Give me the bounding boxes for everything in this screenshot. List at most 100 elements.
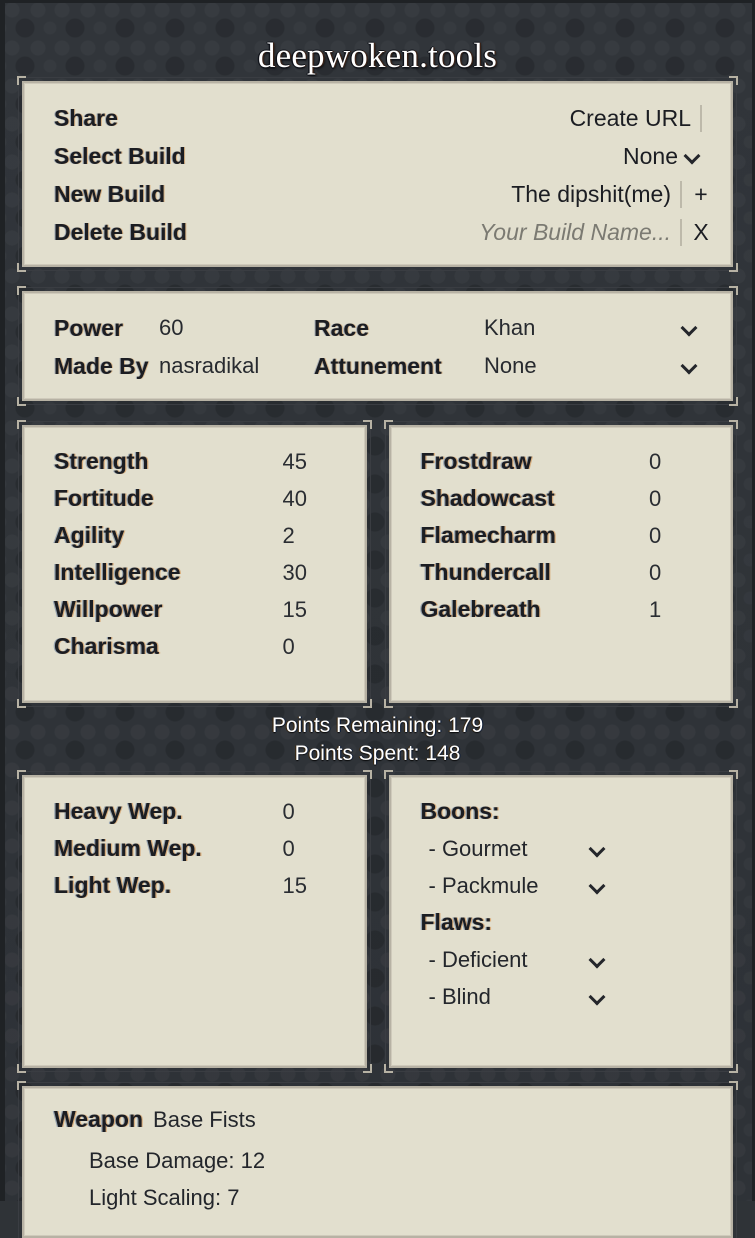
stat-row[interactable]: Thundercall 0: [421, 554, 710, 591]
weapon-detail-panel: Weapon Base Fists Base Damage: 12 Light …: [17, 1081, 738, 1238]
stat-value: 1: [649, 596, 662, 622]
row-delete-build: Delete Build Your Build Name... X: [54, 213, 711, 251]
stat-row[interactable]: Intelligence 30: [54, 554, 343, 591]
stat-value: 15: [282, 596, 307, 622]
chevron-down-icon[interactable]: [681, 320, 697, 336]
stat-name: Agility: [54, 522, 125, 548]
race-value[interactable]: Khan: [484, 309, 634, 347]
stat-value: 45: [282, 448, 307, 474]
made-by-value[interactable]: nasradikal: [159, 347, 314, 385]
chevron-down-icon[interactable]: [589, 952, 605, 968]
stat-name: Heavy Wep.: [54, 798, 183, 825]
stat-row[interactable]: Strength 45: [54, 443, 343, 480]
stat-name: Willpower: [54, 596, 163, 622]
stat-name: Shadowcast: [420, 485, 555, 511]
boon-item[interactable]: - Gourmet: [421, 830, 710, 867]
page-title: deepwoken.tools: [257, 36, 498, 75]
attunement-value[interactable]: None: [484, 347, 634, 385]
new-build-label: New Build: [54, 180, 166, 207]
build-share-panel: Share Create URL Select Build None New B…: [17, 76, 738, 272]
row-share: Share Create URL: [54, 99, 711, 137]
boon-name: - Gourmet: [428, 835, 528, 861]
row-divider: [680, 218, 682, 246]
boon-name: - Packmule: [428, 872, 539, 898]
flaw-name: - Deficient: [428, 946, 528, 972]
points-remaining: Points Remaining: 179: [271, 714, 484, 737]
made-by-label: Made By: [54, 352, 149, 379]
stat-row[interactable]: Light Wep. 15: [54, 867, 343, 904]
stat-value: 0: [649, 522, 662, 548]
select-build-value[interactable]: None: [623, 143, 678, 170]
delete-build-label: Delete Build: [54, 218, 187, 245]
attunement-label: Attunement: [314, 352, 442, 379]
stat-value: 0: [282, 798, 295, 824]
weapon-label: Weapon: [54, 1106, 144, 1133]
points-spent: Points Spent: 148: [294, 741, 461, 765]
stat-row[interactable]: Agility 2: [54, 517, 343, 554]
stat-value: 30: [282, 559, 307, 585]
character-info-panel: Power 60 Race Khan Made By nasradikal At…: [17, 286, 738, 406]
stat-value: 0: [649, 485, 662, 511]
stat-name: Frostdraw: [420, 448, 532, 474]
flaw-item[interactable]: - Deficient: [421, 941, 710, 978]
create-url-button[interactable]: Create URL: [570, 105, 700, 132]
stat-row[interactable]: Shadowcast 0: [421, 480, 710, 517]
stat-row[interactable]: Galebreath 1: [421, 591, 710, 628]
stat-name: Thundercall: [420, 559, 551, 585]
stat-value: 2: [282, 522, 295, 548]
stat-value: 40: [282, 485, 307, 511]
stat-row[interactable]: Flamecharm 0: [421, 517, 710, 554]
new-build-name-input[interactable]: The dipshit(me): [511, 181, 680, 208]
stat-value: 0: [282, 835, 295, 861]
share-label: Share: [54, 104, 118, 131]
stat-row[interactable]: Frostdraw 0: [421, 443, 710, 480]
chevron-down-icon[interactable]: [589, 989, 605, 1005]
stat-name: Strength: [54, 448, 149, 474]
stat-name: Intelligence: [54, 559, 181, 585]
row-select-build: Select Build None: [54, 137, 711, 175]
stat-name: Light Wep.: [54, 872, 172, 899]
boons-heading: Boons:: [420, 798, 500, 825]
stat-name: Charisma: [54, 633, 159, 659]
delete-build-name-input[interactable]: Your Build Name...: [479, 219, 680, 246]
boons-flaws-panel: Boons: - Gourmet - Packmule Flaws: - Def…: [383, 770, 738, 1074]
stat-value: 15: [282, 872, 307, 898]
power-value[interactable]: 60: [159, 309, 314, 347]
row-new-build: New Build The dipshit(me) +: [54, 175, 711, 213]
weapon-proficiency-panel: Heavy Wep. 0 Medium Wep. 0 Light Wep. 15: [17, 770, 372, 1074]
stat-name: Flamecharm: [420, 522, 557, 548]
race-label: Race: [314, 314, 369, 341]
power-label: Power: [54, 314, 124, 341]
stat-name: Medium Wep.: [54, 835, 202, 862]
stat-value: 0: [649, 448, 662, 474]
stat-value: 0: [649, 559, 662, 585]
weapon-base-damage: Base Damage: 12: [89, 1147, 266, 1173]
chevron-down-icon[interactable]: [589, 841, 605, 857]
attributes-panel: Strength 45 Fortitude 40 Agility 2 Intel…: [17, 420, 372, 708]
stats-row: Strength 45 Fortitude 40 Agility 2 Intel…: [17, 420, 738, 708]
boon-item[interactable]: - Packmule: [421, 867, 710, 904]
stat-row[interactable]: Willpower 15: [54, 591, 343, 628]
delete-build-button[interactable]: X: [691, 219, 711, 246]
chevron-down-icon[interactable]: [589, 878, 605, 894]
flaw-item[interactable]: - Blind: [421, 978, 710, 1015]
row-divider: [700, 104, 702, 132]
chevron-down-icon[interactable]: [681, 358, 697, 374]
stat-row[interactable]: Medium Wep. 0: [54, 830, 343, 867]
add-build-button[interactable]: +: [691, 181, 711, 208]
stat-row[interactable]: Heavy Wep. 0: [54, 793, 343, 830]
select-build-label: Select Build: [54, 142, 186, 169]
flaw-name: - Blind: [428, 983, 491, 1009]
stat-value: 0: [282, 633, 295, 659]
chevron-down-icon[interactable]: [684, 148, 700, 164]
row-divider: [680, 180, 682, 208]
stat-name: Galebreath: [420, 596, 541, 622]
stat-row[interactable]: Charisma 0: [54, 628, 343, 665]
weapons-traits-row: Heavy Wep. 0 Medium Wep. 0 Light Wep. 15: [17, 770, 738, 1074]
points-summary: Points Remaining: 179 Points Spent: 148: [22, 703, 733, 775]
attunements-panel: Frostdraw 0 Shadowcast 0 Flamecharm 0 Th…: [383, 420, 738, 708]
stat-row[interactable]: Fortitude 40: [54, 480, 343, 517]
weapon-name[interactable]: Base Fists: [153, 1107, 256, 1133]
weapon-light-scaling: Light Scaling: 7: [89, 1184, 240, 1210]
stat-name: Fortitude: [54, 485, 154, 511]
